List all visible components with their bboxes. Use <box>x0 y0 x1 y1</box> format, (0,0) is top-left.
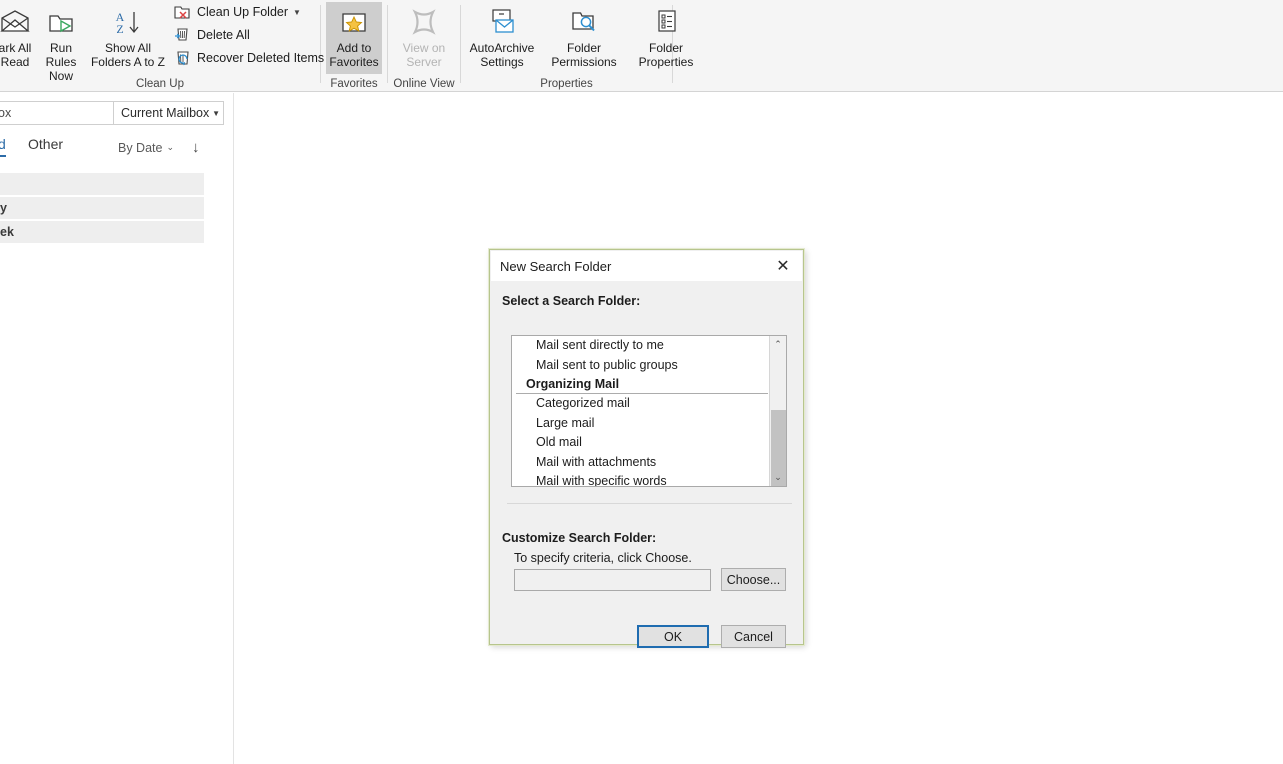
sort-az-icon: A Z <box>111 5 145 39</box>
ribbon-group-label-favorites: Favorites <box>330 78 378 90</box>
archive-envelope-icon <box>487 5 517 39</box>
search-folder-list: Mail sent directly to me Mail sent to pu… <box>512 336 770 486</box>
message-row[interactable]: y <box>0 197 204 219</box>
run-rules-now-button[interactable]: Run Rules Now <box>34 2 88 83</box>
ribbon-group-label-online-view: Online View <box>393 78 455 90</box>
folder-permissions-label-line1: Folder <box>566 41 601 55</box>
add-to-favorites-button[interactable]: Add to Favorites <box>326 2 382 74</box>
sort-control: By Date ⌄ ↓ <box>118 139 200 156</box>
choose-button[interactable]: Choose... <box>721 568 786 591</box>
list-group-header: Organizing Mail <box>516 375 768 394</box>
autoarchive-settings-label-line2: Settings <box>480 55 524 69</box>
sidebar-item-tab-other[interactable]: Other <box>28 136 63 152</box>
ribbon-group-online-view: View on Server Online View <box>388 0 460 92</box>
criteria-input[interactable] <box>514 569 711 591</box>
autoarchive-settings-label-line1: AutoArchive <box>469 41 535 55</box>
clean-up-folder-button[interactable]: Clean Up Folder ▼ <box>170 1 304 23</box>
folder-permissions-label-line2: Permissions <box>551 55 617 69</box>
chevron-down-icon[interactable]: ⌄ <box>770 469 786 486</box>
list-item[interactable]: Mail sent directly to me <box>512 336 770 356</box>
list-item[interactable]: Categorized mail <box>512 394 770 414</box>
mail-list-pane: rrent Mailbox d Other y ek <box>0 93 234 764</box>
view-on-server-label-line2: Server <box>406 55 442 69</box>
add-to-favorites-label-line2: Favorites <box>329 55 379 69</box>
properties-list-icon <box>651 5 681 39</box>
close-icon[interactable]: ✕ <box>764 251 802 281</box>
delete-all-button[interactable]: Delete All <box>170 24 253 46</box>
ribbon-group-clean-up: ark All Read Run Rules Now A Z Show All … <box>0 0 324 92</box>
list-item[interactable]: Mail with specific words <box>512 472 770 486</box>
run-rules-now-label-line1: Run Rules <box>45 41 77 69</box>
show-all-folders-a-to-z-button[interactable]: A Z Show All Folders A to Z <box>84 2 172 69</box>
list-item[interactable]: Old mail <box>512 433 770 453</box>
ribbon-group-label-clean-up: Clean Up <box>136 78 184 90</box>
chevron-down-icon[interactable]: ▼ <box>209 109 223 118</box>
folder-properties-button[interactable]: Folder Properties <box>626 2 706 69</box>
cleanup-folder-icon <box>173 3 192 22</box>
ribbon-group-properties: AutoArchive Settings Folder Permissions <box>461 0 693 92</box>
search-folder-listbox[interactable]: Mail sent directly to me Mail sent to pu… <box>511 335 787 487</box>
recover-deleted-items-label: Recover Deleted Items <box>197 51 325 65</box>
cancel-button[interactable]: Cancel <box>721 625 786 648</box>
folder-properties-label-line2: Properties <box>638 55 694 69</box>
folder-star-icon <box>339 5 369 39</box>
search-scope-value: Current Mailbox <box>121 106 210 120</box>
dialog-title: New Search Folder <box>500 258 612 274</box>
recover-deleted-items-button[interactable]: Recover Deleted Items <box>170 47 327 69</box>
delete-all-label: Delete All <box>197 28 250 42</box>
recover-icon <box>173 49 192 68</box>
customize-search-folder-label: Customize Search Folder: <box>502 531 657 545</box>
folder-permissions-button[interactable]: Folder Permissions <box>544 2 624 69</box>
folder-play-icon <box>46 5 76 39</box>
chevron-down-icon[interactable]: ⌄ <box>166 142 174 153</box>
clean-up-folder-label: Clean Up Folder <box>197 5 289 19</box>
add-to-favorites-label-line1: Add to <box>336 41 372 55</box>
mark-all-read-label-line2: Read <box>0 55 30 69</box>
ribbon-group-favorites: Add to Favorites Favorites <box>321 0 387 92</box>
view-on-server-button: View on Server <box>392 2 456 69</box>
svg-text:Z: Z <box>116 22 123 36</box>
new-search-folder-dialog: New Search Folder ✕ Select a Search Fold… <box>489 249 804 648</box>
sidebar-item-tab-focused[interactable]: d <box>0 136 6 157</box>
show-all-folders-label-line2: Folders A to Z <box>90 55 166 69</box>
select-search-folder-label: Select a Search Folder: <box>502 294 641 308</box>
dialog-body: Select a Search Folder: Mail sent direct… <box>491 281 802 648</box>
list-item[interactable]: Mail with attachments <box>512 453 770 473</box>
mark-all-read-label-line1: ark All <box>0 41 32 55</box>
message-row[interactable]: ek <box>0 221 204 243</box>
ribbon: ark All Read Run Rules Now A Z Show All … <box>0 0 1283 92</box>
autoarchive-settings-button[interactable]: AutoArchive Settings <box>462 2 542 69</box>
dialog-divider <box>507 503 792 504</box>
arrow-down-icon[interactable]: ↓ <box>192 139 200 156</box>
chevron-up-icon[interactable]: ⌃ <box>770 336 786 353</box>
view-on-server-label-line1: View on <box>402 41 446 55</box>
criteria-hint-label: To specify criteria, click Choose. <box>514 551 692 565</box>
sort-by-label[interactable]: By Date <box>118 141 162 155</box>
list-item[interactable]: Large mail <box>512 414 770 434</box>
show-all-folders-label-line1: Show All <box>104 41 151 55</box>
message-row[interactable] <box>0 173 204 195</box>
listbox-scrollbar[interactable]: ⌃ ⌄ <box>769 336 786 486</box>
ok-button[interactable]: OK <box>637 625 709 648</box>
dialog-title-bar: New Search Folder ✕ <box>491 251 802 281</box>
open-envelope-icon <box>0 5 30 39</box>
search-input-value: rrent Mailbox <box>0 106 12 120</box>
folder-magnifier-icon <box>569 5 599 39</box>
search-scope-dropdown[interactable]: Current Mailbox ▼ <box>113 101 224 125</box>
server-view-icon <box>408 5 440 39</box>
list-item[interactable]: Mail sent to public groups <box>512 356 770 376</box>
trash-icon <box>173 26 192 45</box>
ribbon-group-label-properties: Properties <box>540 78 593 90</box>
folder-properties-label-line1: Folder <box>648 41 683 55</box>
chevron-down-icon: ▼ <box>293 7 301 17</box>
